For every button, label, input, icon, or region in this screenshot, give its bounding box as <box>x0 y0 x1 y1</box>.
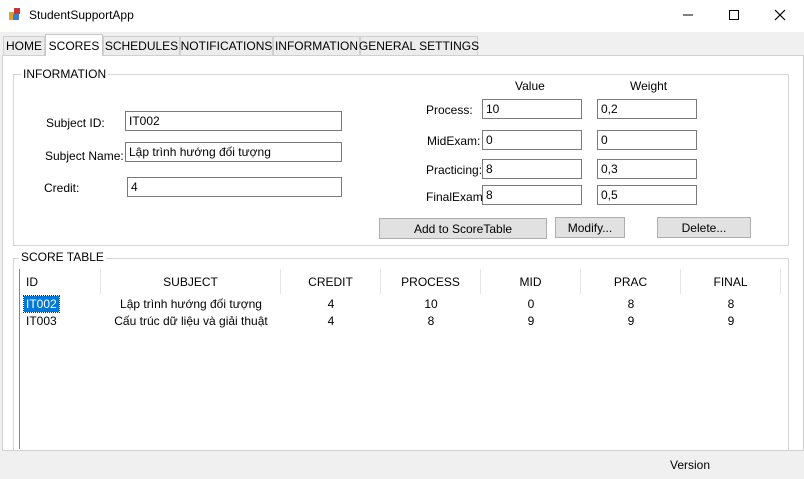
row-cell-subject: Cấu trúc dữ liệu và giải thuật <box>114 314 268 328</box>
finalexam-weight-field[interactable]: 0,5 <box>597 185 697 205</box>
row-cell-id: IT003 <box>26 314 57 328</box>
close-icon <box>774 9 786 21</box>
column-header-subject[interactable]: SUBJECT <box>101 269 281 294</box>
score-table[interactable]: ID SUBJECT CREDIT PROCESS MID PRAC FINAL… <box>19 269 781 449</box>
column-header-mid[interactable]: MID <box>481 269 581 294</box>
version-label: Version <box>670 458 711 472</box>
column-header-id[interactable]: ID <box>20 269 101 294</box>
practicing-value-field[interactable]: 8 <box>482 159 582 179</box>
row-cell-subject: Lập trình hướng đối tượng <box>120 297 262 311</box>
subject-name-label: Subject Name: <box>45 149 124 163</box>
score-table-group-label: SCORE TABLE <box>19 250 106 264</box>
app-icon <box>9 8 20 20</box>
finalexam-value-field[interactable]: 8 <box>482 185 582 205</box>
maximize-icon <box>729 10 739 20</box>
row-cell-prac: 8 <box>627 297 635 311</box>
tab-strip: HOME SCORES SCHEDULES NOTIFICATIONS INFO… <box>0 34 804 56</box>
practicing-label: Practicing: <box>426 163 483 177</box>
credit-field[interactable]: 4 <box>127 177 342 197</box>
minimize-icon <box>683 14 693 16</box>
row-cell-final: 8 <box>727 297 735 311</box>
weight-column-header: Weight <box>630 79 668 93</box>
credit-label: Credit: <box>44 181 80 195</box>
row-cell-credit: 4 <box>327 297 335 311</box>
tab-information[interactable]: INFORMATION <box>273 36 360 55</box>
column-header-process[interactable]: PROCESS <box>381 269 481 294</box>
window-title: StudentSupportApp <box>29 8 134 22</box>
subject-id-field[interactable]: IT002 <box>125 111 342 131</box>
maximize-button[interactable] <box>711 0 757 30</box>
process-weight-field[interactable]: 0,2 <box>597 99 697 119</box>
minimize-button[interactable] <box>665 0 711 30</box>
modify-button[interactable]: Modify... <box>555 217 625 238</box>
midexam-label: MidExam: <box>427 134 481 148</box>
row-cell-id: IT002 <box>23 295 60 313</box>
column-header-final[interactable]: FINAL <box>681 269 781 294</box>
finalexam-label: FinalExam: <box>426 190 487 204</box>
tab-scores[interactable]: SCORES <box>45 34 103 56</box>
tab-general-settings[interactable]: GENERAL SETTINGS <box>359 36 479 55</box>
midexam-value-field[interactable]: 0 <box>482 130 582 150</box>
information-group-label: INFORMATION <box>21 67 109 81</box>
delete-button[interactable]: Delete... <box>657 217 751 238</box>
add-to-scoretable-button[interactable]: Add to ScoreTable <box>379 218 547 239</box>
row-cell-credit: 4 <box>327 314 335 328</box>
process-value-field[interactable]: 10 <box>482 99 582 119</box>
subject-id-label: Subject ID: <box>46 116 105 130</box>
row-cell-mid: 0 <box>527 297 535 311</box>
row-cell-final: 9 <box>727 314 735 328</box>
subject-name-field[interactable]: Lập trình hướng đối tượng <box>125 142 342 162</box>
tab-notifications[interactable]: NOTIFICATIONS <box>180 36 273 55</box>
row-cell-process: 10 <box>424 297 438 311</box>
row-cell-mid: 9 <box>527 314 535 328</box>
column-header-credit[interactable]: CREDIT <box>281 269 381 294</box>
tab-home[interactable]: HOME <box>3 36 45 55</box>
midexam-weight-field[interactable]: 0 <box>597 130 697 150</box>
tab-schedules[interactable]: SCHEDULES <box>103 36 180 55</box>
close-button[interactable] <box>757 0 803 30</box>
process-label: Process: <box>426 103 473 117</box>
value-column-header: Value <box>515 79 545 93</box>
practicing-weight-field[interactable]: 0,3 <box>597 159 697 179</box>
row-cell-prac: 9 <box>627 314 635 328</box>
row-cell-process: 8 <box>427 314 435 328</box>
column-header-prac[interactable]: PRAC <box>581 269 681 294</box>
